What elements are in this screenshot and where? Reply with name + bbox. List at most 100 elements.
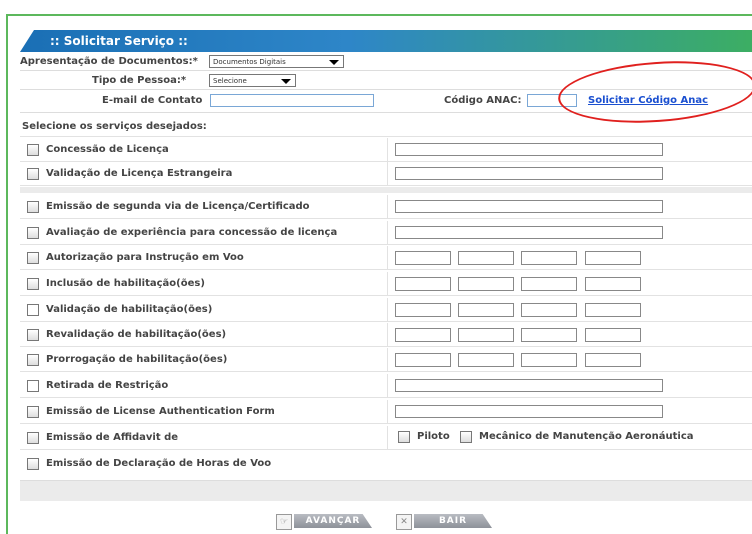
retirada-field[interactable] [395, 379, 663, 392]
inclusao-field-4[interactable] [585, 277, 641, 291]
column-divider [387, 348, 388, 372]
service-row-prorrogacao: Prorrogação de habilitação(ões) [20, 348, 752, 372]
mecanico-checkbox[interactable] [460, 431, 472, 443]
service-label: Avaliação de experiência para concessão … [46, 227, 338, 238]
concessao-checkbox[interactable] [27, 144, 39, 156]
laf-field[interactable] [395, 405, 663, 418]
segunda-via-field[interactable] [395, 200, 663, 213]
autorizacao-field-3[interactable] [521, 251, 577, 265]
service-label: Emissão de License Authentication Form [46, 406, 275, 417]
tipo-label: Tipo de Pessoa:* [92, 75, 187, 86]
mecanico-label: Mecânico de Manutenção Aeronáutica [479, 431, 694, 442]
revalidacao-field-4[interactable] [585, 328, 641, 342]
service-row-affidavit: Emissão de Affidavit de Piloto Mecânico … [20, 426, 752, 450]
column-divider [387, 195, 388, 219]
revalidacao-field-1[interactable] [395, 328, 451, 342]
column-divider [387, 426, 388, 450]
service-label: Validação de Licença Estrangeira [46, 168, 233, 179]
docs-select[interactable]: Documentos Digitais [209, 55, 344, 68]
column-divider [387, 272, 388, 296]
concessao-field[interactable] [395, 143, 663, 156]
close-x-icon: ✕ [396, 514, 412, 530]
service-row-concessao: Concessão de Licença [20, 138, 752, 162]
chevron-down-icon [281, 79, 291, 84]
autorizacao-field-2[interactable] [458, 251, 514, 265]
pointer-hand-icon: ☞ [276, 514, 292, 530]
service-row-validacao-licenca: Validação de Licença Estrangeira [20, 162, 752, 186]
service-row-retirada: Retirada de Restrição [20, 374, 752, 398]
docs-label: Apresentação de Documentos:* [20, 56, 198, 67]
service-label: Retirada de Restrição [46, 380, 169, 391]
segunda-via-checkbox[interactable] [27, 201, 39, 213]
prorrogacao-checkbox[interactable] [27, 354, 39, 366]
service-label: Prorrogação de habilitação(ões) [46, 354, 228, 365]
column-divider [387, 246, 388, 270]
service-label: Emissão de Declaração de Horas de Voo [46, 458, 272, 469]
service-label: Revalidação de habilitação(ões) [46, 329, 227, 340]
revalidacao-field-2[interactable] [458, 328, 514, 342]
inclusao-field-2[interactable] [458, 277, 514, 291]
chevron-down-icon [329, 60, 339, 65]
prorrogacao-field-2[interactable] [458, 353, 514, 367]
page-title: :: Solicitar Serviço :: [20, 30, 752, 52]
inclusao-field-3[interactable] [521, 277, 577, 291]
inclusao-checkbox[interactable] [27, 278, 39, 290]
autorizacao-field-1[interactable] [395, 251, 451, 265]
affidavit-checkbox[interactable] [27, 432, 39, 444]
laf-checkbox[interactable] [27, 406, 39, 418]
service-label: Validação de habilitação(ões) [46, 304, 213, 315]
validacao-habilitacao-field-1[interactable] [395, 303, 451, 317]
column-divider [387, 221, 388, 245]
piloto-checkbox[interactable] [398, 431, 410, 443]
avaliacao-field[interactable] [395, 226, 663, 239]
autorizacao-checkbox[interactable] [27, 252, 39, 264]
bair-button[interactable]: BAIR [414, 514, 492, 528]
tipo-select[interactable]: Selecione [209, 74, 296, 87]
service-label: Inclusão de habilitação(ões) [46, 278, 205, 289]
anac-code-label: Código ANAC: [444, 95, 522, 106]
column-divider [387, 298, 388, 322]
inclusao-field-1[interactable] [395, 277, 451, 291]
revalidacao-checkbox[interactable] [27, 329, 39, 341]
column-divider [387, 138, 388, 162]
email-label: E-mail de Contato [102, 95, 203, 106]
service-row-laf: Emissão de License Authentication Form [20, 400, 752, 424]
column-divider [387, 400, 388, 424]
column-divider [387, 323, 388, 347]
docs-select-value: Documentos Digitais [213, 58, 286, 66]
avancar-button[interactable]: AVANÇAR [294, 514, 372, 528]
validacao-habilitacao-field-2[interactable] [458, 303, 514, 317]
service-label: Emissão de segunda via de Licença/Certif… [46, 201, 310, 212]
avaliacao-checkbox[interactable] [27, 227, 39, 239]
service-label: Emissão de Affidavit de [46, 432, 179, 443]
service-row-autorizacao: Autorização para Instrução em Voo [20, 246, 752, 270]
title-notch [20, 30, 34, 52]
section-gap [20, 187, 752, 193]
autorizacao-field-4[interactable] [585, 251, 641, 265]
horas-voo-checkbox[interactable] [27, 458, 39, 470]
piloto-label: Piloto [417, 431, 450, 442]
prorrogacao-field-4[interactable] [585, 353, 641, 367]
services-header-label: Selecione os serviços desejados: [22, 121, 207, 132]
service-row-revalidacao: Revalidação de habilitação(ões) [20, 323, 752, 347]
service-row-inclusao: Inclusão de habilitação(ões) [20, 272, 752, 296]
service-label: Concessão de Licença [46, 144, 169, 155]
services-header: Selecione os serviços desejados: [20, 117, 752, 137]
service-row-validacao-habilitacao: Validação de habilitação(ões) [20, 298, 752, 322]
service-row-horas-voo: Emissão de Declaração de Horas de Voo [20, 452, 752, 476]
retirada-checkbox[interactable] [27, 380, 39, 392]
service-label: Autorização para Instrução em Voo [46, 252, 244, 263]
validacao-habilitacao-field-3[interactable] [521, 303, 577, 317]
validacao-habilitacao-field-4[interactable] [585, 303, 641, 317]
tipo-select-value: Selecione [213, 77, 247, 85]
prorrogacao-field-3[interactable] [521, 353, 577, 367]
prorrogacao-field-1[interactable] [395, 353, 451, 367]
revalidacao-field-3[interactable] [521, 328, 577, 342]
validacao-licenca-field[interactable] [395, 167, 663, 180]
email-field[interactable] [210, 94, 374, 107]
service-row-segunda-via: Emissão de segunda via de Licença/Certif… [20, 195, 752, 219]
validacao-habilitacao-checkbox[interactable] [27, 304, 39, 316]
validacao-licenca-checkbox[interactable] [27, 168, 39, 180]
service-row-avaliacao: Avaliação de experiência para concessão … [20, 221, 752, 245]
column-divider [387, 374, 388, 398]
